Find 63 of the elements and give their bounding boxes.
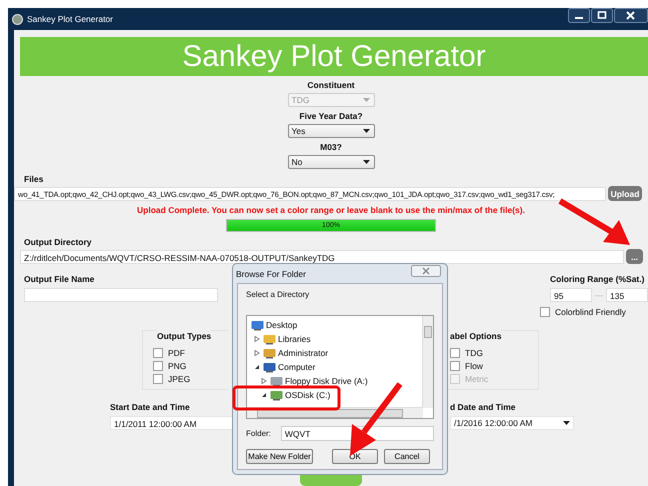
field-label: Files <box>24 173 44 185</box>
checkbox-label: Flow <box>465 360 483 370</box>
field-label: Output Directory <box>24 236 93 248</box>
checkbox-label: TDG <box>465 348 483 358</box>
upload-button[interactable]: Upload <box>608 186 642 201</box>
tree-item[interactable]: Desktop <box>266 320 298 330</box>
browse-button[interactable]: ... <box>626 249 643 264</box>
field-label: M03? <box>320 141 342 153</box>
tree-item[interactable]: OSDisk (C:) <box>285 390 330 400</box>
dropdown[interactable]: No <box>288 155 374 169</box>
caret-icon <box>362 129 370 133</box>
title-banner: Sankey Plot Generator <box>20 37 648 76</box>
field-label: Coloring Range (%Sat.) <box>550 273 644 285</box>
dialog-prompt: Select a Directory <box>246 290 310 299</box>
checkbox[interactable] <box>450 360 460 370</box>
field-label: Constituent <box>307 79 355 91</box>
dialog-button[interactable]: Make New Folder <box>246 449 313 464</box>
directory-field[interactable]: Z:/rditlceh/Documents/WQVT/CRSO-RESSIM-NAA-070518-OUTPUT/SankeyTDG <box>20 250 624 264</box>
field-label: Start Date and Time <box>110 401 190 413</box>
tree-item[interactable]: Administrator <box>278 348 328 358</box>
arrow <box>558 198 630 245</box>
scrollbar[interactable] <box>422 316 433 408</box>
checkbox[interactable] <box>153 348 163 358</box>
group-title: Output Types <box>157 330 212 342</box>
close-icon[interactable] <box>614 8 648 23</box>
field-label: Folder: <box>246 429 271 438</box>
checkbox[interactable] <box>153 374 163 384</box>
dropdown[interactable]: Yes <box>288 124 374 138</box>
tree-item[interactable]: Computer <box>278 362 316 372</box>
expander-icon[interactable] <box>254 364 260 370</box>
status-message: Upload Complete. You can now set a color range or leave blank to use the min/max of the file(s). <box>137 204 525 216</box>
tree-item[interactable]: Floppy Disk Drive (A:) <box>285 376 368 386</box>
start-date-field[interactable]: 1/1/2011 12:00:00 AM <box>110 416 234 430</box>
checkbox-label: PDF <box>168 348 185 358</box>
checkbox-label: JPEG <box>168 374 190 384</box>
dialog-title: Browse For Folder <box>236 268 306 278</box>
file-name-field[interactable] <box>24 288 218 302</box>
tree-item[interactable]: Libraries <box>278 334 311 344</box>
window-title: Sankey Plot Generator <box>27 14 113 24</box>
caret-icon <box>362 160 370 164</box>
field-label: Five Year Data? <box>299 110 363 122</box>
expander-icon[interactable] <box>261 392 267 398</box>
field-label: Output File Name <box>24 273 94 285</box>
checkbox-label: PNG <box>168 360 186 370</box>
desktop-icon <box>251 320 264 330</box>
max-field[interactable]: 135 <box>606 288 648 302</box>
app-icon <box>12 14 23 24</box>
checkbox[interactable] <box>450 348 460 358</box>
dialog-button[interactable]: Cancel <box>384 449 430 464</box>
caret-icon <box>563 421 570 425</box>
min-field[interactable]: 95 <box>550 288 592 302</box>
checkbox[interactable] <box>153 360 163 370</box>
checkbox-label: Metric <box>465 374 488 384</box>
field-label: d Date and Time <box>450 401 516 413</box>
minimize-icon[interactable] <box>568 8 590 23</box>
computer-icon <box>263 362 276 372</box>
range-separator: — <box>594 290 604 300</box>
end-date-field[interactable]: /1/2016 12:00:00 AM <box>450 416 574 430</box>
checkbox-label: Colorblind Friendly <box>555 306 626 316</box>
group-title: abel Options <box>450 330 502 342</box>
maximize-icon[interactable] <box>591 8 613 23</box>
caret-icon <box>362 98 370 102</box>
checkbox[interactable] <box>540 306 550 316</box>
